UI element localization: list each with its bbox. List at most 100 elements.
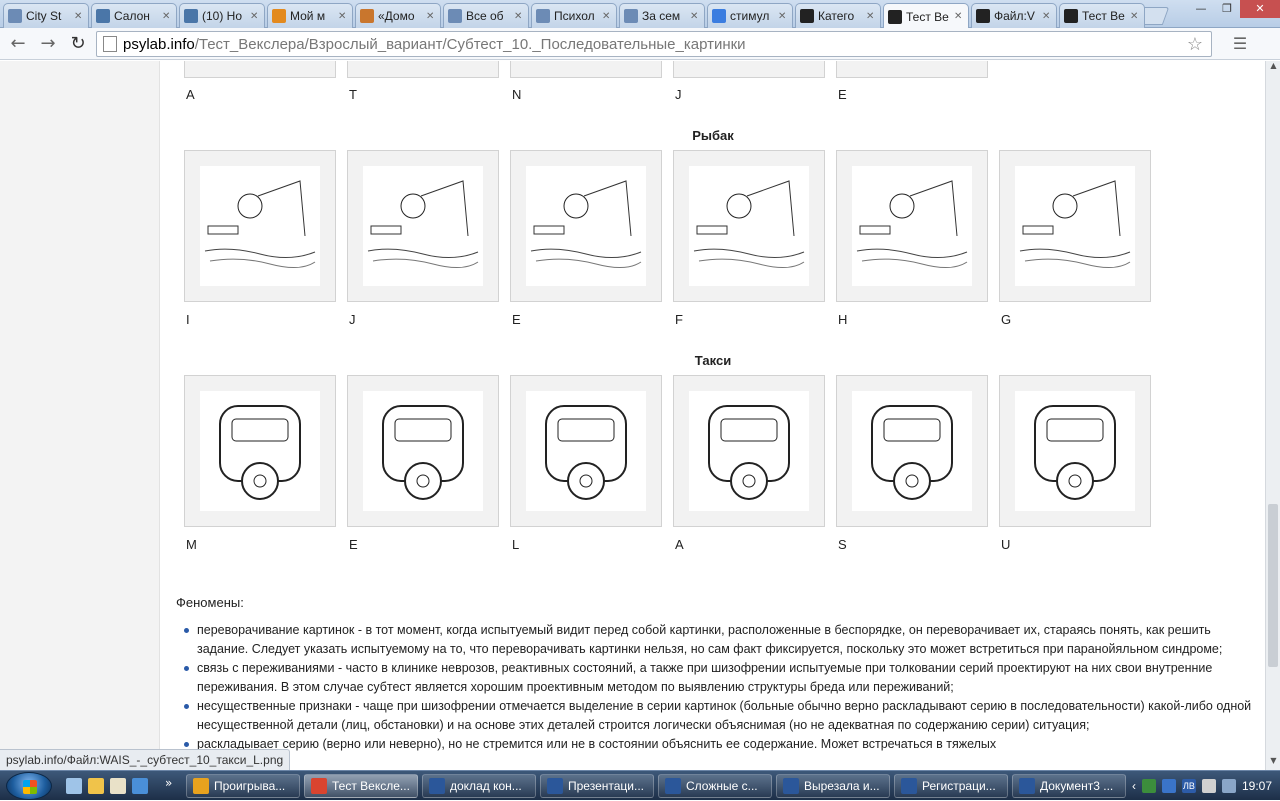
tab-close-icon[interactable]: ✕	[250, 11, 260, 22]
picture-card[interactable]	[510, 150, 662, 302]
tray-arrow-icon[interactable]: ‹	[1132, 779, 1136, 793]
picture-card[interactable]	[510, 375, 662, 527]
skype-icon[interactable]	[1161, 779, 1176, 793]
explorer-icon[interactable]	[66, 778, 82, 794]
taskbar-button[interactable]: Тест Вексле...	[304, 774, 418, 798]
picture-card[interactable]	[347, 150, 499, 302]
picture-label: E	[838, 87, 847, 102]
tab-close-icon[interactable]: ✕	[74, 11, 84, 22]
tab-9[interactable]: стимул ✕	[707, 3, 793, 28]
taskbar-button[interactable]: Сложные с...	[658, 774, 772, 798]
tab-title: Мой м	[290, 9, 326, 23]
taskbar-button[interactable]: Вырезала и...	[776, 774, 890, 798]
tab-title: City St	[26, 9, 62, 23]
folder-icon[interactable]	[88, 778, 104, 794]
picture-card[interactable]	[184, 61, 336, 78]
picture-image[interactable]	[689, 166, 809, 286]
picture-image[interactable]	[852, 166, 972, 286]
network-icon[interactable]	[1141, 779, 1156, 793]
start-button[interactable]	[6, 772, 52, 800]
battery-icon[interactable]	[1201, 779, 1216, 793]
tab-13[interactable]: Тест Ве ✕	[1059, 3, 1145, 28]
picture-image[interactable]	[852, 391, 972, 511]
picture-card[interactable]	[184, 375, 336, 527]
address-bar[interactable]: psylab.info/Тест_Векслера/Взрослый_вариа…	[96, 31, 1212, 57]
tab-close-icon[interactable]: ✕	[602, 11, 612, 22]
picture-image[interactable]	[689, 391, 809, 511]
clock[interactable]: 19:07	[1242, 779, 1272, 793]
tab-6[interactable]: Все об ✕	[443, 3, 529, 28]
picture-card[interactable]	[999, 150, 1151, 302]
picture-card[interactable]	[184, 150, 336, 302]
minimize-icon[interactable]: —	[1188, 0, 1214, 18]
psylab-icon	[976, 9, 990, 23]
tab-close-icon[interactable]: ✕	[162, 11, 172, 22]
tab-10[interactable]: Катего ✕	[795, 3, 881, 28]
picture-card[interactable]	[673, 150, 825, 302]
taskbar-button-label: Проигрыва...	[214, 779, 286, 793]
picture-image[interactable]	[200, 166, 320, 286]
picture-label: I	[186, 312, 190, 327]
forward-icon[interactable]: →	[36, 32, 60, 56]
tab-1[interactable]: City St ✕	[3, 3, 89, 28]
taskbar-button[interactable]: доклад кон...	[422, 774, 536, 798]
scroll-down-icon[interactable]: ▼	[1266, 756, 1280, 770]
reload-icon[interactable]: ↻	[66, 32, 90, 56]
phenomena-list: переворачивание картинок - в тот момент,…	[183, 621, 1253, 754]
tab-close-icon[interactable]: ✕	[1130, 11, 1140, 22]
tab-close-icon[interactable]: ✕	[338, 11, 348, 22]
taskbar-button[interactable]: Документ3 ...	[1012, 774, 1126, 798]
picture-card[interactable]	[673, 61, 825, 78]
volume-icon[interactable]	[1221, 779, 1236, 793]
tab-11[interactable]: Тест Ве ✕	[883, 3, 969, 29]
bookmark-star-icon[interactable]: ☆	[1187, 34, 1203, 55]
picture-card[interactable]	[510, 61, 662, 78]
picture-label: J	[349, 312, 356, 327]
tab-close-icon[interactable]: ✕	[954, 11, 964, 22]
language-indicator[interactable]: ЛВ	[1181, 779, 1196, 793]
taskbar-button-label: доклад кон...	[450, 779, 522, 793]
tab-2[interactable]: Салон ✕	[91, 3, 177, 28]
close-icon[interactable]: ✕	[1240, 0, 1280, 18]
app-icon	[665, 778, 681, 794]
picture-image[interactable]	[1015, 391, 1135, 511]
picture-card[interactable]	[836, 150, 988, 302]
tab-close-icon[interactable]: ✕	[866, 11, 876, 22]
tab-close-icon[interactable]: ✕	[778, 11, 788, 22]
picture-image[interactable]	[526, 391, 646, 511]
picture-card[interactable]	[999, 375, 1151, 527]
tab-close-icon[interactable]: ✕	[1042, 11, 1052, 22]
picture-image[interactable]	[200, 391, 320, 511]
tab-12[interactable]: Файл:V ✕	[971, 3, 1057, 28]
taskbar-button[interactable]: Презентаци...	[540, 774, 654, 798]
tab-5[interactable]: «Домо ✕	[355, 3, 441, 28]
tab-7[interactable]: Психол ✕	[531, 3, 617, 28]
tab-4[interactable]: Мой м ✕	[267, 3, 353, 28]
notepad-icon[interactable]	[110, 778, 126, 794]
sketch-drawing	[708, 405, 790, 500]
tab-3[interactable]: (10) Но ✕	[179, 3, 265, 28]
taskbar-button[interactable]: Регистраци...	[894, 774, 1008, 798]
tab-close-icon[interactable]: ✕	[426, 11, 436, 22]
scrollbar-thumb[interactable]	[1268, 504, 1278, 667]
picture-card[interactable]	[836, 61, 988, 78]
picture-image[interactable]	[363, 391, 483, 511]
quicklaunch-more-icon[interactable]: »	[165, 776, 172, 790]
wrench-icon[interactable]: ☰	[1228, 32, 1252, 56]
ie-icon[interactable]	[132, 778, 148, 794]
tab-close-icon[interactable]: ✕	[690, 11, 700, 22]
scroll-up-icon[interactable]: ▲	[1266, 61, 1280, 75]
picture-card[interactable]	[673, 375, 825, 527]
tab-8[interactable]: За сем ✕	[619, 3, 705, 28]
picture-card[interactable]	[836, 375, 988, 527]
picture-card[interactable]	[347, 61, 499, 78]
tab-close-icon[interactable]: ✕	[514, 11, 524, 22]
taskbar-button[interactable]: Проигрыва...	[186, 774, 300, 798]
picture-image[interactable]	[363, 166, 483, 286]
vertical-scrollbar[interactable]: ▲ ▼	[1265, 61, 1280, 770]
picture-image[interactable]	[1015, 166, 1135, 286]
back-icon[interactable]: ←	[6, 32, 30, 56]
picture-card[interactable]	[347, 375, 499, 527]
restore-icon[interactable]: ❐	[1214, 0, 1240, 18]
picture-image[interactable]	[526, 166, 646, 286]
